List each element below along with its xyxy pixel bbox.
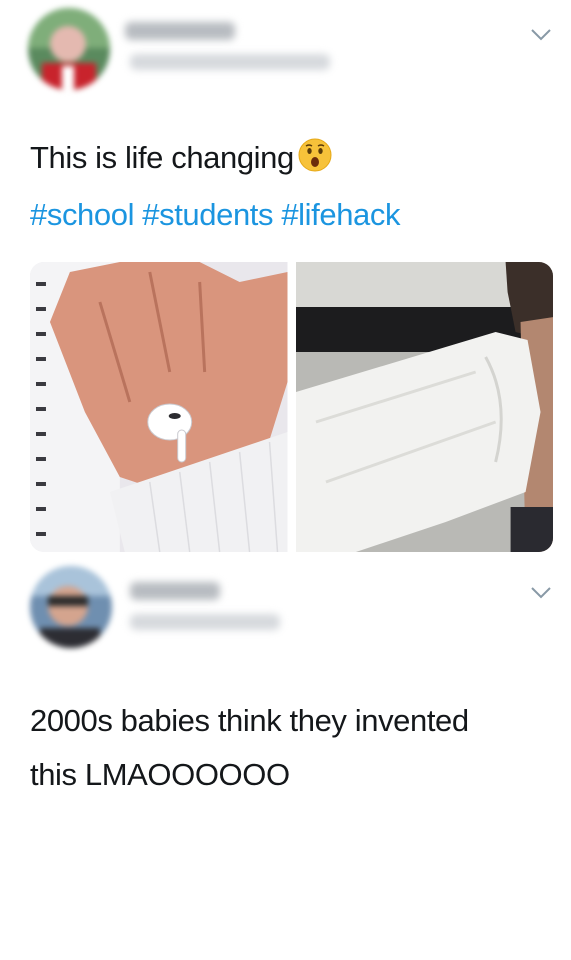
hashtag-list: #school #students #lifehack [30, 190, 551, 240]
avatar[interactable] [28, 8, 110, 90]
avatar[interactable] [30, 566, 112, 648]
tweet-text-body: This is life changing [30, 140, 294, 175]
media-gallery [30, 262, 553, 552]
tweet-text-line: 2000s babies think they invented [30, 703, 469, 738]
tweet-text-line: this LMAOOOOOO [30, 757, 290, 792]
chevron-down-icon[interactable] [530, 586, 552, 600]
sleeve-over-earbud-photo[interactable] [295, 262, 553, 552]
hashtag-link[interactable]: #lifehack [281, 197, 400, 232]
display-name-blurred[interactable] [125, 22, 235, 40]
display-name-blurred[interactable] [130, 582, 220, 600]
tweet-reply: 2000s babies think they invented this LM… [0, 560, 571, 960]
chevron-down-icon[interactable] [530, 28, 552, 42]
astonished-face-icon [298, 138, 332, 172]
tweet-text: This is life changing [30, 133, 551, 183]
handle-blurred[interactable] [130, 614, 280, 630]
tweet-original: This is life changing #school #students … [0, 0, 571, 560]
tweet-text: 2000s babies think they invented this LM… [30, 694, 551, 802]
handle-blurred[interactable] [130, 54, 330, 70]
hashtag-link[interactable]: #school [30, 197, 134, 232]
hand-with-earbud-photo[interactable] [30, 262, 288, 552]
hashtag-link[interactable]: #students [142, 197, 273, 232]
